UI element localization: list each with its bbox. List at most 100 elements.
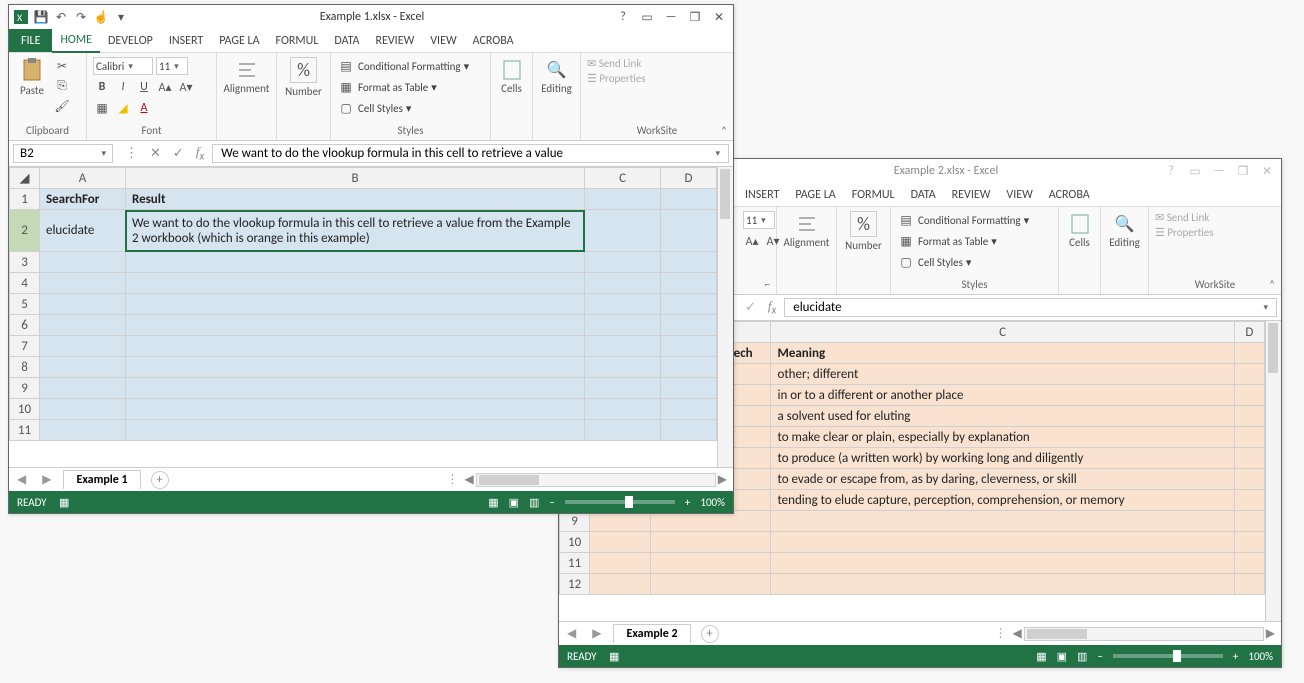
font-size-dropdown[interactable]: 11▾ [156, 57, 188, 75]
cell[interactable] [39, 399, 125, 420]
cell[interactable] [125, 273, 584, 294]
tab-page-layout[interactable]: PAGE LA [787, 184, 843, 206]
sheet-nav-next-icon[interactable]: ▶ [584, 626, 609, 641]
row-header[interactable]: 10 [560, 532, 590, 553]
view-page-break-icon[interactable]: ▥ [529, 496, 539, 509]
cell[interactable]: a solvent used for eluting [771, 406, 1234, 427]
font-name-dropdown[interactable]: Calibri▾ [93, 57, 153, 75]
cell[interactable] [661, 273, 717, 294]
cell[interactable] [590, 532, 650, 553]
send-link-button[interactable]: ✉ Send Link [1155, 211, 1209, 224]
cell[interactable] [585, 294, 661, 315]
properties-button[interactable]: ☰ Properties [587, 72, 646, 85]
cell[interactable] [585, 357, 661, 378]
cell[interactable] [661, 336, 717, 357]
cell[interactable] [585, 252, 661, 273]
tab-view[interactable]: VIEW [422, 30, 464, 52]
row-header[interactable]: 6 [10, 315, 40, 336]
zoom-slider[interactable] [565, 500, 675, 504]
cell[interactable]: tending to elude capture, perception, co… [771, 490, 1234, 511]
cell[interactable] [585, 336, 661, 357]
formula-bar[interactable]: elucidate▾ [784, 298, 1277, 317]
tab-insert[interactable]: INSERT [161, 30, 211, 52]
cell[interactable] [39, 357, 125, 378]
cell[interactable] [1234, 427, 1264, 448]
qat-dropdown-icon[interactable]: ▾ [113, 9, 129, 25]
bold-button[interactable]: B [93, 78, 111, 96]
zoom-slider[interactable] [1113, 654, 1223, 658]
fx-icon[interactable]: fx [768, 298, 776, 317]
tab-review[interactable]: REVIEW [368, 30, 423, 52]
row-header[interactable]: 4 [10, 273, 40, 294]
tab-data[interactable]: DATA [903, 184, 944, 206]
conditional-formatting-button[interactable]: ▤Conditional Formatting ▾ [897, 211, 1029, 229]
cell[interactable] [39, 294, 125, 315]
select-all-corner[interactable]: ◢ [10, 168, 40, 189]
formula-bar[interactable]: We want to do the vlookup formula in thi… [212, 144, 729, 163]
cell-styles-button[interactable]: ▢Cell Styles ▾ [337, 99, 411, 117]
font-color-icon[interactable]: A [135, 99, 153, 117]
minimize-icon[interactable]: — [663, 9, 679, 25]
increase-font-icon[interactable]: A▴ [743, 232, 761, 250]
font-size-dropdown[interactable]: 11▾ [743, 211, 775, 229]
alignment-button[interactable]: Alignment [790, 211, 824, 251]
cell[interactable] [661, 378, 717, 399]
row-header[interactable]: 1 [10, 189, 40, 210]
tab-page-layout[interactable]: PAGE LA [211, 30, 267, 52]
row-header[interactable]: 8 [10, 357, 40, 378]
cell[interactable]: to make clear or plain, especially by ex… [771, 427, 1234, 448]
cell[interactable] [125, 357, 584, 378]
cell[interactable] [1234, 574, 1264, 595]
row-header[interactable]: 11 [560, 553, 590, 574]
cell[interactable]: to evade or escape from, as by daring, c… [771, 469, 1234, 490]
cell[interactable] [125, 315, 584, 336]
formula-accept-icon[interactable]: ✓ [173, 146, 184, 161]
formula-options-icon[interactable]: ⋮ [125, 146, 138, 161]
vertical-scrollbar[interactable] [1265, 321, 1281, 621]
touch-mode-icon[interactable]: ☝ [93, 9, 109, 25]
cell-a1[interactable]: SearchFor [39, 189, 125, 210]
minimize-icon[interactable]: — [1211, 163, 1227, 179]
cell[interactable]: other; different [771, 364, 1234, 385]
zoom-percent[interactable]: 100% [1248, 650, 1273, 663]
tab-acrobat[interactable]: ACROBA [1041, 184, 1098, 206]
row-header[interactable]: 3 [10, 252, 40, 273]
cell[interactable] [585, 273, 661, 294]
cell[interactable] [1234, 532, 1264, 553]
close-icon[interactable]: ✕ [1259, 163, 1275, 179]
tab-data[interactable]: DATA [326, 30, 367, 52]
cells-button[interactable]: Cells [497, 57, 526, 97]
hscroll-left-icon[interactable]: ◀ [1013, 626, 1022, 641]
sheet-nav-prev-icon[interactable]: ◀ [9, 472, 34, 487]
tab-formulas[interactable]: FORMUL [268, 30, 327, 52]
cell[interactable] [1234, 385, 1264, 406]
row-header[interactable]: 11 [10, 420, 40, 441]
cell[interactable] [771, 511, 1234, 532]
conditional-formatting-button[interactable]: ▤Conditional Formatting ▾ [337, 57, 469, 75]
row-header[interactable]: 9 [10, 378, 40, 399]
cell[interactable] [771, 532, 1234, 553]
cell[interactable] [1234, 406, 1264, 427]
tab-split-icon[interactable]: ⋮ [447, 472, 459, 487]
help-icon[interactable]: ? [1163, 163, 1179, 179]
cell[interactable] [125, 399, 584, 420]
cell[interactable] [650, 553, 771, 574]
tab-insert[interactable]: INSERT [737, 184, 787, 206]
horizontal-scrollbar[interactable] [1024, 627, 1264, 641]
cell[interactable] [650, 574, 771, 595]
view-normal-icon[interactable]: ▦ [488, 496, 498, 509]
row-header[interactable]: 10 [10, 399, 40, 420]
number-format-button[interactable]: % Number [287, 57, 321, 97]
cell[interactable]: Meaning [771, 343, 1234, 364]
borders-icon[interactable]: ▦ [93, 99, 111, 117]
horizontal-scrollbar[interactable] [476, 473, 716, 487]
spreadsheet-grid[interactable]: ◢ A B C D 1 SearchFor Result 2 elucidate… [9, 167, 717, 441]
restore-icon[interactable]: ❐ [687, 9, 703, 25]
cell[interactable] [585, 210, 661, 252]
cell[interactable] [1234, 469, 1264, 490]
name-box[interactable]: B2▾ [13, 144, 113, 163]
cell[interactable] [585, 399, 661, 420]
tab-formulas[interactable]: FORMUL [844, 184, 903, 206]
zoom-percent[interactable]: 100% [700, 496, 725, 509]
cell[interactable] [125, 294, 584, 315]
